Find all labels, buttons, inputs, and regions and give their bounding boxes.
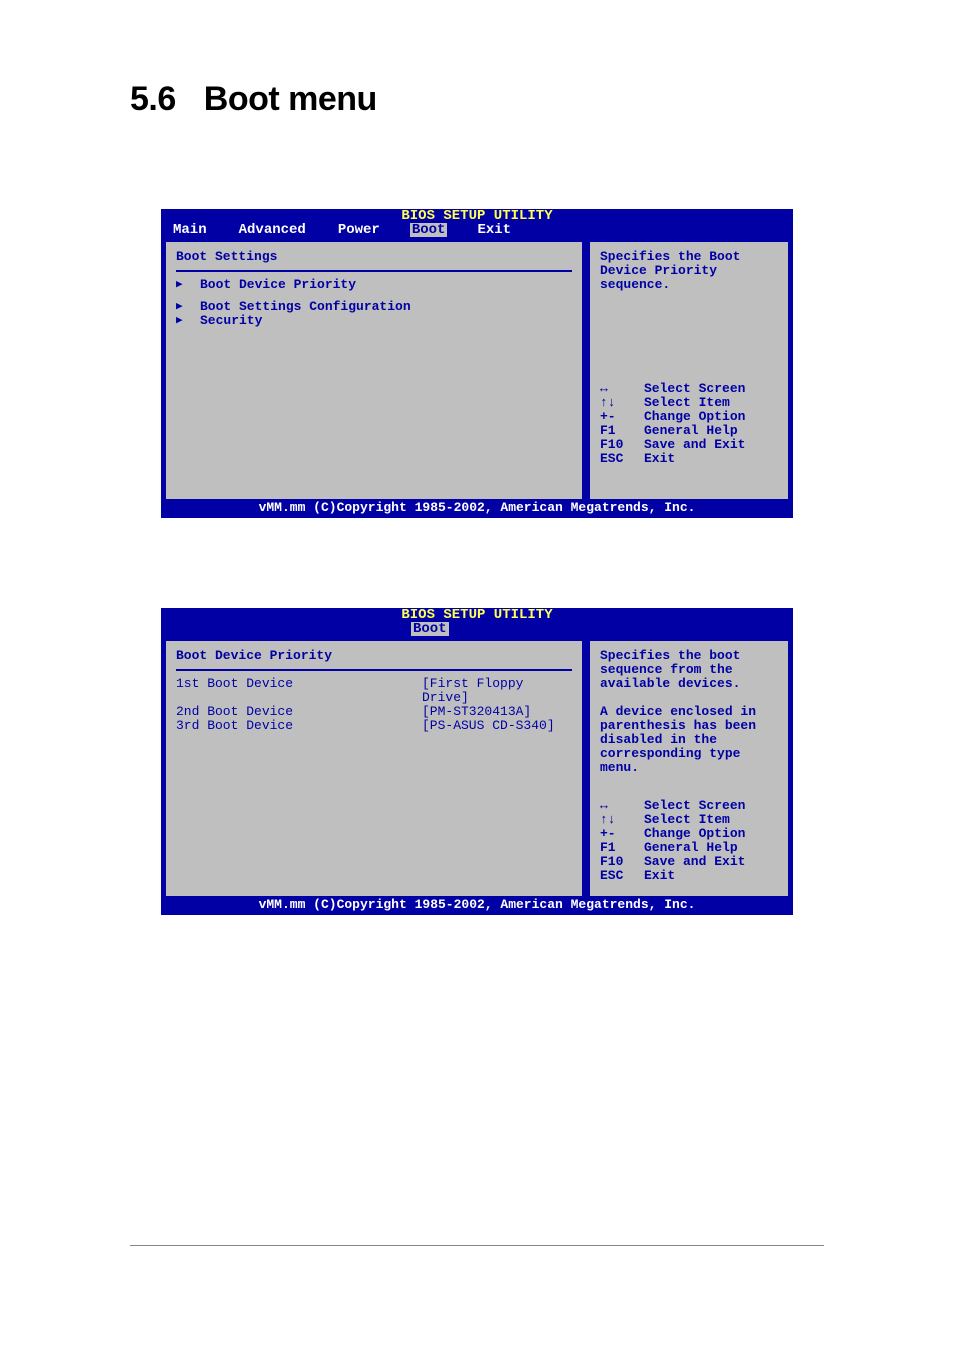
divider — [176, 270, 572, 272]
item-label: Boot Settings Configuration — [200, 300, 411, 314]
submenu-arrow-icon: ▶ — [176, 300, 200, 314]
legend-key-updown-icon: ↑↓ — [600, 396, 644, 410]
legend-key-esc: ESC — [600, 869, 644, 883]
key-legend: ↔Select Screen ↑↓Select Item +-Change Op… — [600, 799, 778, 883]
copyright-bar: vMM.mm (C)Copyright 1985-2002, American … — [161, 499, 793, 518]
item-label: Boot Device Priority — [200, 278, 356, 292]
bios-title: BIOS SETUP UTILITY — [161, 608, 793, 622]
legend-label: Exit — [644, 869, 675, 883]
menu-exit[interactable]: Exit — [475, 223, 513, 237]
row-value: [First Floppy Drive] — [422, 677, 572, 705]
row-label: 1st Boot Device — [176, 677, 422, 705]
legend-label: Save and Exit — [644, 438, 745, 452]
help-text-2: A device enclosed in parenthesis has bee… — [600, 705, 778, 775]
divider — [176, 669, 572, 671]
legend-key-leftright-icon: ↔ — [600, 799, 644, 813]
legend-label: Select Item — [644, 396, 730, 410]
section-number: 5.6 — [130, 80, 176, 118]
help-panel: Specifies the boot sequence from the ava… — [587, 638, 791, 896]
item-label: Security — [200, 314, 262, 328]
third-boot-device[interactable]: 3rd Boot Device [PS-ASUS CD-S340] — [176, 719, 572, 733]
left-panel: Boot Settings ▶ Boot Device Priority ▶ B… — [163, 239, 585, 499]
first-boot-device[interactable]: 1st Boot Device [First Floppy Drive] — [176, 677, 572, 705]
legend-label: General Help — [644, 424, 738, 438]
help-text: Specifies the Boot Device Priority seque… — [600, 250, 778, 292]
menu-boot-selected[interactable]: Boot — [411, 622, 449, 636]
section-title: Boot menu — [204, 80, 377, 118]
menu-main[interactable]: Main — [171, 223, 209, 237]
footer-rule — [130, 1245, 824, 1246]
row-value: [PM-ST320413A] — [422, 705, 572, 719]
legend-key-plusminus-icon: +- — [600, 827, 644, 841]
copyright-bar: vMM.mm (C)Copyright 1985-2002, American … — [161, 896, 793, 915]
submenu-arrow-icon: ▶ — [176, 278, 200, 292]
legend-key-f10: F10 — [600, 855, 644, 869]
menu-bar: Boot — [161, 622, 793, 636]
menu-advanced[interactable]: Advanced — [237, 223, 308, 237]
item-security[interactable]: ▶ Security — [176, 314, 572, 328]
help-text-1: Specifies the boot sequence from the ava… — [600, 649, 778, 691]
bios-screen-1: BIOS SETUP UTILITY Main Advanced Power B… — [161, 209, 793, 518]
legend-key-f10: F10 — [600, 438, 644, 452]
submenu-arrow-icon: ▶ — [176, 314, 200, 328]
legend-key-plusminus-icon: +- — [600, 410, 644, 424]
legend-key-esc: ESC — [600, 452, 644, 466]
legend-key-leftright-icon: ↔ — [600, 382, 644, 396]
bios-title: BIOS SETUP UTILITY — [161, 209, 793, 223]
row-label: 3rd Boot Device — [176, 719, 422, 733]
section-label: Boot Settings — [176, 250, 572, 264]
key-legend: ↔Select Screen ↑↓Select Item +-Change Op… — [600, 382, 778, 466]
legend-label: Change Option — [644, 827, 745, 841]
item-boot-settings-configuration[interactable]: ▶ Boot Settings Configuration — [176, 300, 572, 314]
menu-bar: Main Advanced Power Boot Exit — [161, 223, 793, 237]
legend-key-f1: F1 — [600, 841, 644, 855]
left-panel: Boot Device Priority 1st Boot Device [Fi… — [163, 638, 585, 896]
menu-boot-selected[interactable]: Boot — [410, 223, 448, 237]
legend-label: Save and Exit — [644, 855, 745, 869]
legend-key-updown-icon: ↑↓ — [600, 813, 644, 827]
legend-key-f1: F1 — [600, 424, 644, 438]
legend-label: General Help — [644, 841, 738, 855]
bios-screen-2: BIOS SETUP UTILITY Boot Boot Device Prio… — [161, 608, 793, 915]
second-boot-device[interactable]: 2nd Boot Device [PM-ST320413A] — [176, 705, 572, 719]
legend-label: Select Screen — [644, 382, 745, 396]
section-heading: 5.6 Boot menu — [130, 80, 824, 119]
legend-label: Exit — [644, 452, 675, 466]
legend-label: Change Option — [644, 410, 745, 424]
row-value: [PS-ASUS CD-S340] — [422, 719, 572, 733]
legend-label: Select Screen — [644, 799, 745, 813]
item-boot-device-priority[interactable]: ▶ Boot Device Priority — [176, 278, 572, 292]
section-label: Boot Device Priority — [176, 649, 572, 663]
row-label: 2nd Boot Device — [176, 705, 422, 719]
help-panel: Specifies the Boot Device Priority seque… — [587, 239, 791, 499]
menu-power[interactable]: Power — [336, 223, 382, 237]
legend-label: Select Item — [644, 813, 730, 827]
